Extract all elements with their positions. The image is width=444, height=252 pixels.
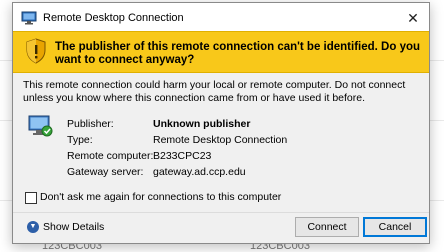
dont-ask-again-checkbox[interactable] [25, 192, 37, 204]
detail-value: Unknown publisher [153, 118, 251, 130]
detail-label: Gateway server: [67, 166, 144, 178]
banner-message: The publisher of this remote connection … [55, 41, 421, 66]
detail-label: Remote computer: [67, 150, 154, 162]
title-bar: Remote Desktop Connection ✕ [13, 3, 429, 31]
chevron-down-icon[interactable]: ▼ [27, 221, 39, 233]
dialog-footer: ▼ Show Details Connect Cancel [13, 212, 429, 243]
remote-desktop-monitor-icon [28, 115, 53, 137]
connection-details: Publisher: Unknown publisher Type: Remot… [67, 116, 407, 180]
close-icon: ✕ [407, 10, 419, 26]
show-details-label[interactable]: Show Details [43, 221, 104, 234]
detail-value: gateway.ad.ccp.edu [153, 166, 246, 178]
dialog-title: Remote Desktop Connection [43, 12, 184, 24]
connect-button[interactable]: Connect [295, 217, 359, 237]
detail-label: Type: [67, 134, 93, 146]
detail-row-remote-computer: Remote computer: B233CPC23 [67, 148, 407, 164]
cancel-button[interactable]: Cancel [363, 217, 427, 237]
shield-warning-icon [26, 38, 46, 64]
close-button[interactable]: ✕ [403, 9, 423, 27]
detail-row-type: Type: Remote Desktop Connection [67, 132, 407, 148]
detail-row-publisher: Publisher: Unknown publisher [67, 116, 407, 132]
detail-label: Publisher: [67, 118, 114, 130]
dont-ask-again-label[interactable]: Don't ask me again for connections to th… [40, 191, 281, 204]
remote-desktop-dialog: Remote Desktop Connection ✕ The publishe… [12, 2, 430, 244]
warning-text: This remote connection could harm your l… [23, 79, 406, 104]
remote-desktop-app-icon [21, 11, 37, 25]
detail-value: Remote Desktop Connection [153, 134, 288, 146]
detail-value: B233CPC23 [153, 150, 212, 162]
warning-banner: The publisher of this remote connection … [13, 31, 429, 73]
detail-row-gateway-server: Gateway server: gateway.ad.ccp.edu [67, 164, 407, 180]
